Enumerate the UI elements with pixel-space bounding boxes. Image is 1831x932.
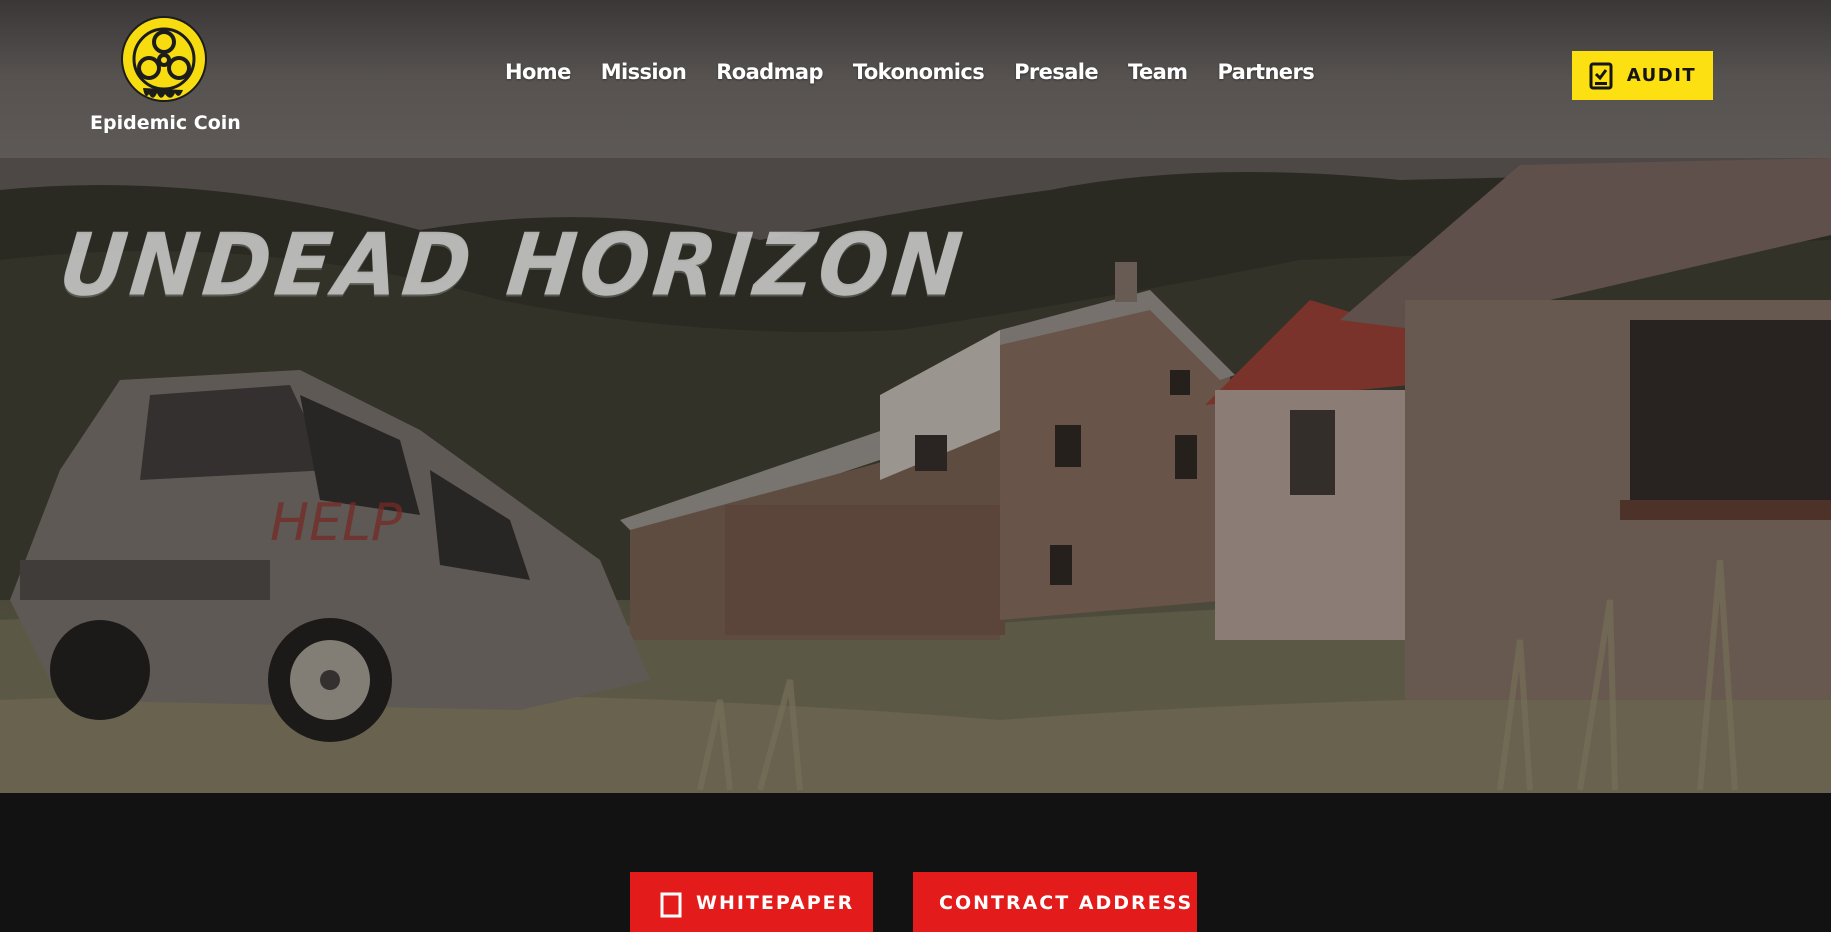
main-nav: Home Mission Roadmap Tokonomics Presale … [505, 60, 1344, 92]
nav-partners[interactable]: Partners [1217, 60, 1314, 92]
whitepaper-label: WHITEPAPER [696, 892, 855, 914]
audit-label: AUDIT [1626, 65, 1697, 86]
nav-team[interactable]: Team [1128, 60, 1188, 92]
biohazard-icon [121, 16, 207, 102]
document-icon [660, 892, 682, 918]
nav-presale[interactable]: Presale [1014, 60, 1099, 92]
nav-mission[interactable]: Mission [601, 60, 687, 92]
contract-address-label: CONTRACT ADDRESS [939, 892, 1194, 914]
audit-button[interactable]: AUDIT [1572, 51, 1713, 100]
hero-title: UNDEAD HORIZON [54, 215, 971, 316]
site-header: Epidemic Coin Home Mission Roadmap Tokon… [0, 0, 1831, 158]
nav-home[interactable]: Home [505, 60, 571, 92]
brand-logo[interactable]: Epidemic Coin [90, 16, 241, 134]
checklist-icon [1589, 62, 1613, 89]
contract-address-button[interactable]: CONTRACT ADDRESS [913, 872, 1197, 932]
nav-tokonomics[interactable]: Tokonomics [853, 60, 985, 92]
nav-roadmap[interactable]: Roadmap [716, 60, 823, 92]
brand-name: Epidemic Coin [90, 112, 241, 134]
whitepaper-button[interactable]: WHITEPAPER [630, 872, 873, 932]
